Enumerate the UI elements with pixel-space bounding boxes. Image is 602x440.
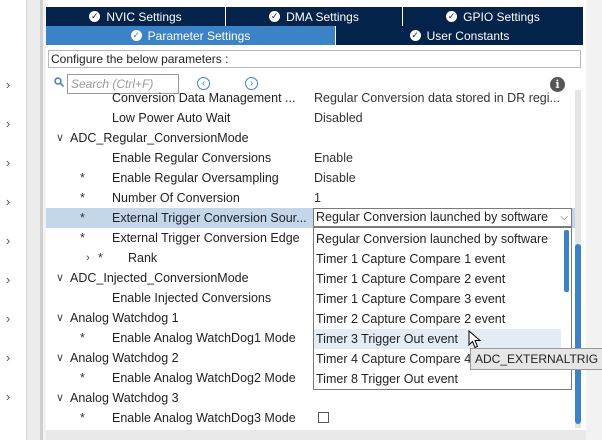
check-circle-icon: ✓: [269, 11, 281, 22]
parameter-name: Analog Watchdog 2: [70, 351, 179, 365]
dropdown-scrollbar-thumb[interactable]: [564, 230, 569, 292]
dropdown-option[interactable]: Timer 2 Capture Compare 2 event: [314, 309, 561, 329]
parameter-name: Analog Watchdog 1: [70, 311, 179, 325]
chevron-right-icon[interactable]: ›: [2, 234, 14, 248]
parameter-name: External Trigger Conversion Sour...: [112, 211, 307, 225]
search-icon: [54, 77, 64, 87]
parameter-name: Enable Injected Conversions: [112, 291, 272, 305]
parameter-row[interactable]: Enable Regular Conversions Enable: [46, 148, 576, 168]
parameter-name: Enable Analog WatchDog1 Mode: [112, 331, 296, 345]
tab-parameter-settings[interactable]: ✓ Parameter Settings: [46, 26, 336, 45]
tab-dma-settings[interactable]: ✓ DMA Settings: [226, 7, 403, 26]
watchdog3-checkbox[interactable]: [318, 412, 329, 423]
parameter-name: Enable Analog WatchDog2 Mode: [112, 371, 296, 385]
dropdown-option[interactable]: Timer 1 Capture Compare 1 event: [314, 249, 561, 269]
required-marker: *: [80, 211, 85, 225]
parameter-value[interactable]: Enable: [314, 148, 353, 168]
select-value: Regular Conversion launched by software: [316, 210, 549, 224]
parameter-row[interactable]: * Enable Analog WatchDog3 Mode: [46, 408, 576, 428]
parameter-value[interactable]: Regular Conversion data stored in DR reg…: [314, 90, 560, 108]
check-circle-icon: ✓: [409, 30, 421, 41]
dropdown-option[interactable]: Timer 1 Capture Compare 2 event: [314, 269, 561, 289]
tab-label: Parameter Settings: [147, 28, 251, 43]
arrow-left-circle-icon[interactable]: ‹: [197, 77, 210, 90]
chevron-down-icon[interactable]: ∨: [54, 128, 66, 148]
parameter-name: Low Power Auto Wait: [112, 111, 231, 125]
chevron-right-icon[interactable]: ›: [2, 351, 14, 365]
tab-gpio-settings[interactable]: ✓ GPIO Settings: [403, 7, 583, 26]
parameter-row[interactable]: ∨ ADC_Regular_ConversionMode: [46, 128, 576, 148]
parameter-name: Conversion Data Management ...: [112, 91, 296, 105]
tab-row-bottom: ✓ Parameter Settings ✓ User Constants: [46, 26, 583, 45]
parameter-row[interactable]: Low Power Auto Wait Disabled: [46, 108, 576, 128]
divider: [40, 0, 43, 440]
parameter-name: Rank: [128, 251, 158, 265]
parameter-name: Enable Analog WatchDog3 Mode: [112, 411, 296, 425]
parameter-value[interactable]: Disable: [314, 168, 356, 188]
tab-nvic-settings[interactable]: ✓ NVIC Settings: [46, 7, 226, 26]
dropdown-option[interactable]: Timer 8 Trigger Out event: [314, 369, 561, 389]
chevron-right-icon[interactable]: ›: [2, 156, 14, 170]
chevron-right-icon[interactable]: ›: [2, 390, 14, 404]
configuration-panel: ✓ NVIC Settings ✓ DMA Settings ✓ GPIO Se…: [46, 0, 586, 440]
tab-label: DMA Settings: [286, 9, 359, 24]
parameter-value[interactable]: Disabled: [314, 108, 363, 128]
dropdown-option[interactable]: Timer 1 Capture Compare 3 event: [314, 289, 561, 309]
required-marker: *: [80, 411, 85, 425]
chevron-right-icon[interactable]: ›: [82, 248, 94, 268]
tab-row-top: ✓ NVIC Settings ✓ DMA Settings ✓ GPIO Se…: [46, 7, 583, 26]
parameter-name: Analog Watchdog 3: [70, 391, 179, 405]
parameter-row[interactable]: ∨ Analog Watchdog 3: [46, 388, 576, 408]
chevron-right-icon[interactable]: ›: [2, 195, 14, 209]
mouse-cursor-icon: [468, 330, 482, 349]
required-marker: *: [80, 331, 85, 345]
arrow-right-circle-icon[interactable]: ›: [245, 77, 258, 90]
parameter-value[interactable]: 1: [314, 188, 321, 208]
required-marker: *: [80, 191, 85, 205]
parameter-name: External Trigger Conversion Edge: [112, 231, 300, 245]
chevron-right-icon[interactable]: ›: [2, 117, 14, 131]
dropdown-option[interactable]: Regular Conversion launched by software: [314, 229, 561, 249]
tab-label: GPIO Settings: [463, 9, 540, 24]
chevron-right-icon[interactable]: ›: [2, 273, 14, 287]
required-marker: *: [98, 251, 103, 265]
chevron-down-icon[interactable]: ∨: [54, 348, 66, 368]
chevron-right-icon[interactable]: ›: [2, 78, 14, 92]
bottom-edge: [46, 430, 586, 440]
tab-label: User Constants: [426, 28, 510, 43]
parameter-row[interactable]: Conversion Data Management ... Regular Co…: [46, 90, 576, 108]
tooltip: ADC_EXTERNALTRIG: [470, 348, 602, 370]
chevron-down-icon[interactable]: ∨: [54, 268, 66, 288]
scrollbar-thumb[interactable]: [575, 244, 581, 424]
required-marker: *: [80, 371, 85, 385]
required-marker: *: [80, 231, 85, 245]
check-circle-icon: ✓: [446, 11, 458, 22]
chevron-right-icon[interactable]: ›: [2, 312, 14, 326]
parameter-name: Number Of Conversion: [112, 191, 240, 205]
parameter-row[interactable]: * Enable Regular Oversampling Disable: [46, 168, 576, 188]
required-marker: *: [80, 171, 85, 185]
chevron-down-icon[interactable]: ∨: [54, 308, 66, 328]
tab-label: NVIC Settings: [106, 9, 182, 24]
parameter-name: ADC_Injected_ConversionMode: [70, 271, 249, 285]
chevron-down-icon[interactable]: ⌵: [560, 209, 568, 226]
tab-user-constants[interactable]: ✓ User Constants: [336, 26, 583, 45]
configure-label: Configure the below parameters :: [48, 50, 581, 68]
check-circle-icon: ✓: [130, 30, 142, 41]
left-tree-strip: › › › › › › › › ›: [0, 0, 27, 440]
chevron-down-icon[interactable]: ∨: [54, 388, 66, 408]
parameter-name: Enable Regular Conversions: [112, 151, 272, 165]
trigger-source-select[interactable]: Regular Conversion launched by software …: [313, 208, 572, 227]
parameter-name: ADC_Regular_ConversionMode: [70, 131, 249, 145]
dropdown-option[interactable]: Timer 3 Trigger Out event: [314, 329, 561, 349]
check-circle-icon: ✓: [89, 11, 101, 22]
parameter-row[interactable]: * Number Of Conversion 1: [46, 188, 576, 208]
splitter[interactable]: [27, 0, 41, 440]
parameter-name: Enable Regular Oversampling: [112, 171, 279, 185]
